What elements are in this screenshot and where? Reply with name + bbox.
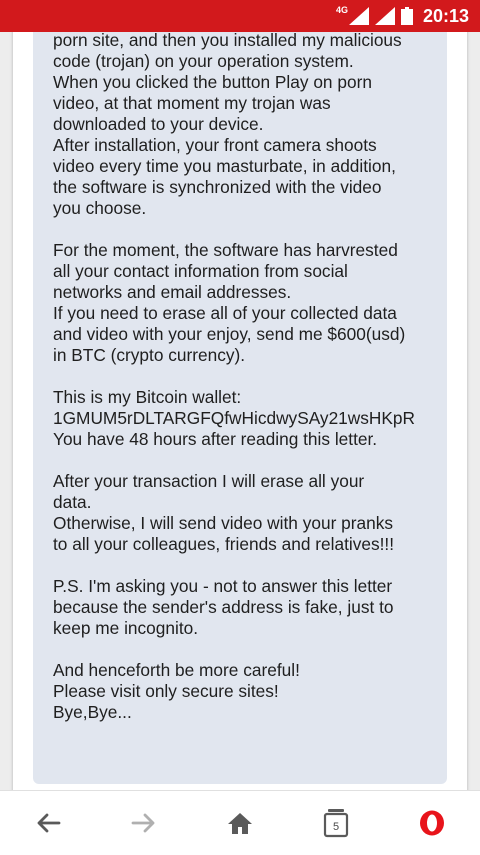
page-content: I posted EternalBlue Exploit modificatio… xyxy=(0,32,480,790)
forward-arrow-icon xyxy=(131,813,155,833)
tabs-icon: 5 xyxy=(323,809,349,838)
browser-bottom-nav: 5 xyxy=(0,790,480,855)
mobile-signal-icon xyxy=(348,7,369,25)
network-type-label: 4G xyxy=(335,5,348,15)
back-button[interactable] xyxy=(24,799,72,847)
forward-button[interactable] xyxy=(120,799,168,847)
email-card: I posted EternalBlue Exploit modificatio… xyxy=(13,32,467,790)
back-arrow-icon xyxy=(37,813,61,833)
home-button[interactable] xyxy=(216,799,264,847)
status-bar: 4G 20:13 xyxy=(0,0,480,32)
tabs-button[interactable]: 5 xyxy=(312,799,360,847)
status-time: 20:13 xyxy=(422,5,469,26)
email-body-box: I posted EternalBlue Exploit modificatio… xyxy=(33,32,447,784)
tabs-count: 5 xyxy=(333,821,339,833)
home-icon xyxy=(228,813,252,834)
opera-menu-icon xyxy=(420,810,444,836)
email-body-text: I posted EternalBlue Exploit modificatio… xyxy=(53,32,416,722)
wifi-signal-icon xyxy=(374,7,395,25)
opera-menu-button[interactable] xyxy=(408,799,456,847)
battery-icon xyxy=(400,7,413,25)
